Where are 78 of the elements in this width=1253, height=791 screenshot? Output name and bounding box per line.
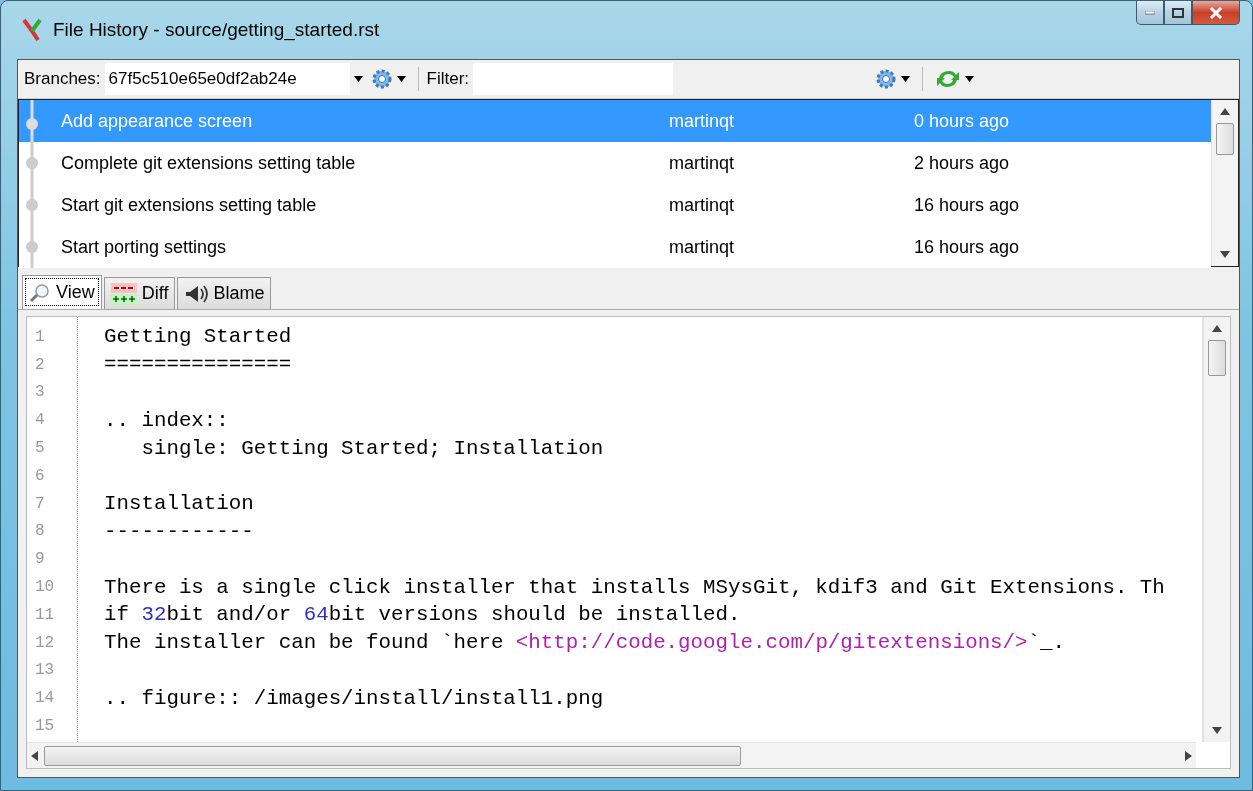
gear-icon	[370, 68, 393, 90]
code-line: There is a single click installer that installs MSysGit, kdif3 and Git Extensions. Th	[104, 574, 1166, 601]
right-arrow-icon	[1185, 750, 1192, 761]
minimize-button[interactable]	[1136, 1, 1164, 25]
branches-label: Branches:	[24, 69, 101, 89]
tab[interactable]: View	[22, 275, 102, 309]
code-line: .. index::	[104, 407, 230, 434]
line-number: 7	[34, 493, 46, 515]
commit-date: 16 hours ago	[914, 236, 1020, 258]
code-line: ------------	[104, 518, 255, 545]
line-number: 4	[34, 410, 46, 432]
minimize-icon	[1145, 10, 1155, 15]
scroll-thumb[interactable]	[1208, 340, 1226, 376]
line-number: 5	[34, 438, 46, 460]
scrollbar[interactable]	[27, 742, 1196, 768]
line-number: 9	[34, 549, 46, 571]
commit-author: martinqt	[669, 110, 736, 132]
tab[interactable]: Diff	[103, 277, 176, 309]
scrollbar[interactable]	[1203, 317, 1230, 742]
commit-author: martinqt	[669, 194, 736, 216]
down-arrow-icon	[1220, 251, 1230, 258]
graph-node-icon	[25, 184, 39, 226]
close-icon	[1209, 6, 1223, 19]
magnifier-icon	[29, 282, 51, 303]
diff-icon	[110, 282, 137, 305]
commit-date: 2 hours ago	[914, 152, 1010, 174]
megaphone-icon	[184, 283, 209, 304]
line-number: 2	[34, 354, 46, 376]
commit-author: martinqt	[669, 152, 736, 174]
refresh-icon	[935, 68, 962, 90]
graph-node-icon	[25, 100, 39, 142]
down-arrow-icon	[1212, 727, 1222, 734]
scroll-thumb[interactable]	[44, 745, 741, 766]
caret-icon	[396, 76, 406, 82]
line-number: 6	[34, 465, 46, 487]
graph-node-icon	[25, 142, 39, 184]
code-line: .. figure:: /images/install/install1.png	[104, 685, 605, 712]
maximize-icon	[1172, 7, 1184, 18]
code-line: The installer can be found `here <http://code.google.com/p/gitextensions/>`_.	[104, 630, 1066, 657]
caret-icon	[901, 76, 911, 82]
line-number: 14	[34, 688, 56, 710]
left-arrow-icon	[31, 750, 38, 761]
line-number: 15	[34, 716, 56, 738]
branch-dropdown[interactable]: 67f5c510e65e0df2ab24e	[104, 63, 350, 95]
line-number: 3	[34, 382, 46, 404]
close-button[interactable]	[1192, 1, 1240, 25]
line-number: 8	[34, 521, 46, 543]
commit-message: Start git extensions setting table	[61, 194, 318, 216]
line-number: 10	[34, 577, 56, 599]
code-line: if 32bit and/or 64bit versions should be installed.	[104, 602, 742, 629]
code-line: Getting Started	[104, 324, 293, 351]
commit-date: 0 hours ago	[914, 110, 1010, 132]
window-title: File History - source/getting_started.rst	[53, 19, 380, 41]
up-arrow-icon	[1212, 325, 1222, 332]
commit-message: Add appearance screen	[61, 110, 254, 132]
code-line: single: Getting Started; Installation	[140, 435, 605, 462]
commit-author: martinqt	[669, 236, 736, 258]
line-number: 1	[34, 326, 46, 348]
scrollbar[interactable]	[1211, 100, 1238, 266]
commit-date: 16 hours ago	[914, 194, 1020, 216]
commit-message: Complete git extensions setting table	[61, 152, 357, 174]
code-line: ===============	[104, 352, 293, 379]
code-line: Installation	[104, 491, 255, 518]
commit-message: Start porting settings	[61, 236, 228, 258]
scroll-thumb[interactable]	[1216, 123, 1234, 155]
caret-icon	[353, 76, 363, 82]
line-number: 13	[34, 660, 56, 682]
filter-label: Filter:	[426, 69, 470, 89]
app-logo-icon	[21, 18, 43, 42]
commit-row[interactable]: Start porting settings martinqt 16 hours ago	[19, 226, 1211, 268]
tab[interactable]: Blame	[177, 277, 272, 309]
up-arrow-icon	[1220, 108, 1230, 115]
gear-icon	[875, 68, 898, 90]
caret-icon	[965, 76, 975, 82]
line-number: 12	[34, 632, 56, 654]
maximize-button[interactable]	[1164, 1, 1192, 25]
line-number: 11	[34, 604, 56, 626]
graph-node-icon	[25, 226, 39, 268]
